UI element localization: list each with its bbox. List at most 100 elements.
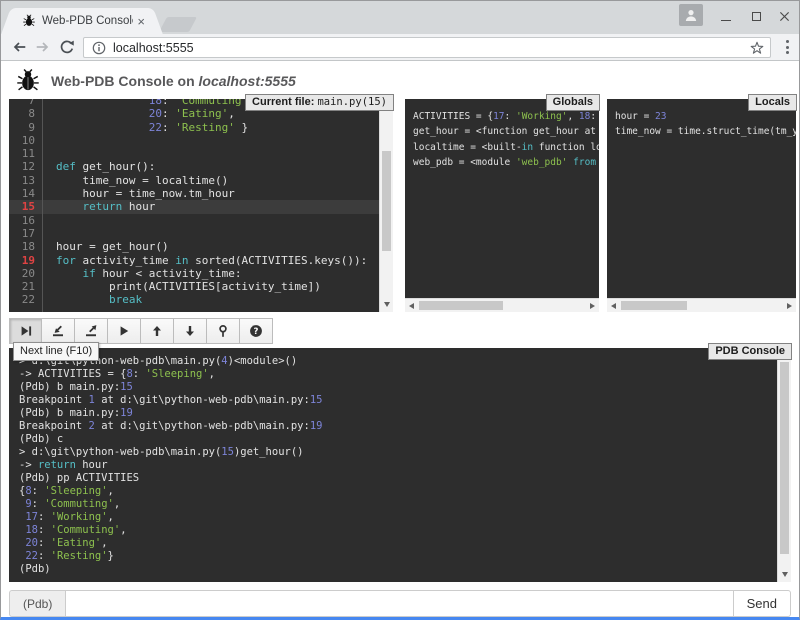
terminal-line: Breakpoint 1 at d:\git\python-web-pdb\ma… — [19, 394, 767, 407]
line-number[interactable]: 16 — [9, 214, 42, 227]
text-segment: function loc — [533, 142, 599, 153]
line-number[interactable]: 10 — [9, 134, 42, 147]
terminal-line: localtime = <built-in function loc — [413, 140, 599, 155]
line-number[interactable]: 20 — [9, 267, 42, 280]
current-file-label: Current file: main.py(15) — [245, 94, 394, 111]
scroll-down-arrow-icon[interactable] — [384, 302, 390, 307]
text-segment: )get_hour() — [234, 446, 304, 458]
line-number[interactable]: 15 — [9, 200, 42, 213]
tab-title: Web-PDB Console on lo — [42, 15, 133, 27]
terminal-line: -> ACTIVITIES = {8: 'Sleeping', — [19, 368, 767, 381]
text-segment: , — [114, 498, 120, 510]
scrollbar-thumb[interactable] — [780, 362, 789, 554]
command-bar: (Pdb) Send — [9, 590, 791, 617]
text-segment: : — [38, 524, 51, 536]
step-forward-icon — [19, 324, 33, 338]
stack-up-button[interactable] — [141, 318, 174, 344]
line-number[interactable]: 13 — [9, 174, 42, 187]
text-segment: : — [38, 511, 51, 523]
step-out-button[interactable] — [75, 318, 108, 344]
line-number[interactable]: 12 — [9, 160, 42, 173]
scrollbar-thumb[interactable] — [621, 301, 687, 310]
terminal-line: web_pdb = <module 'web_pdb' from ' — [413, 155, 599, 170]
new-tab-button[interactable] — [159, 17, 197, 32]
text-segment: 19 — [310, 420, 323, 432]
text-segment: 15 — [310, 394, 323, 406]
code-text: 18: 'Commuting', — [42, 99, 255, 107]
code-line: 11 — [9, 147, 379, 160]
line-number[interactable]: 9 — [9, 121, 42, 134]
line-number[interactable]: 18 — [9, 240, 42, 253]
scrollbar-thumb[interactable] — [382, 151, 391, 251]
line-number[interactable]: 7 — [9, 99, 42, 107]
text-segment: : — [162, 99, 175, 107]
maximize-button[interactable] — [745, 5, 767, 27]
text-segment — [56, 267, 83, 280]
scroll-down-arrow-icon[interactable] — [782, 572, 788, 577]
code-line: 9 22: 'Resting' } — [9, 121, 379, 134]
text-segment: 'Sleeping' — [145, 368, 208, 380]
bookmark-star-icon[interactable] — [750, 41, 764, 55]
pdb-console-panel: PDB Console > d:\git\python-web-pdb\main… — [9, 348, 791, 582]
line-number[interactable]: 21 — [9, 280, 42, 293]
code-line: 12def get_hour(): — [9, 160, 379, 173]
back-button[interactable] — [11, 39, 27, 55]
locals-horizontal-scrollbar[interactable] — [607, 298, 796, 312]
line-number[interactable]: 22 — [9, 293, 42, 306]
text-segment: 22 — [25, 550, 38, 562]
help-button[interactable]: ? — [240, 318, 273, 344]
text-segment: def — [56, 160, 76, 173]
text-segment: -> ACTIVITIES = { — [19, 368, 126, 380]
text-segment: in — [522, 142, 533, 153]
tab-close-icon[interactable]: × — [133, 15, 145, 28]
globals-horizontal-scrollbar[interactable] — [405, 298, 599, 312]
line-number[interactable]: 14 — [9, 187, 42, 200]
next-line-button[interactable] — [9, 318, 42, 344]
scroll-right-arrow-icon[interactable] — [590, 303, 595, 309]
command-input[interactable] — [65, 590, 733, 617]
forward-button[interactable] — [35, 39, 51, 55]
help-icon: ? — [249, 324, 263, 338]
minimize-button[interactable] — [715, 5, 737, 27]
line-number[interactable]: 17 — [9, 227, 42, 240]
code-text — [42, 147, 56, 160]
scroll-right-arrow-icon[interactable] — [787, 303, 792, 309]
stack-down-button[interactable] — [174, 318, 207, 344]
text-segment: : — [505, 111, 516, 122]
code-text: 20: 'Eating', — [42, 107, 235, 120]
line-number[interactable]: 11 — [9, 147, 42, 160]
scrollbar-thumb[interactable] — [419, 301, 503, 310]
text-segment: 17 — [493, 111, 504, 122]
profile-button[interactable] — [679, 4, 703, 26]
send-button[interactable]: Send — [734, 590, 791, 617]
line-number[interactable]: 19 — [9, 254, 42, 267]
browser-menu-icon[interactable] — [786, 40, 790, 57]
map-marker-icon — [216, 324, 230, 338]
text-segment: (Pdb) pp ACTIVITIES — [19, 472, 139, 484]
line-number[interactable]: 8 — [9, 107, 42, 120]
browser-navbar: localhost:5555 — [1, 34, 799, 61]
console-vertical-scrollbar[interactable] — [777, 348, 791, 582]
text-segment: : — [133, 368, 146, 380]
reload-button[interactable] — [59, 39, 75, 55]
terminal-line: > d:\git\python-web-pdb\main.py(15)get_h… — [19, 446, 767, 459]
svg-text:?: ? — [254, 327, 259, 337]
text-segment: : — [38, 537, 51, 549]
continue-button[interactable] — [108, 318, 141, 344]
step-into-button[interactable] — [42, 318, 75, 344]
browser-tab[interactable]: Web-PDB Console on lo × — [13, 8, 151, 34]
where-button[interactable] — [207, 318, 240, 344]
page-info-icon[interactable] — [92, 41, 106, 55]
code-text: return hour — [42, 200, 155, 213]
step-into-icon — [51, 324, 65, 338]
close-button[interactable] — [773, 5, 795, 27]
code-vertical-scrollbar[interactable] — [379, 99, 393, 312]
text-segment: at d:\git\python-web-pdb\main.py: — [95, 394, 310, 406]
scroll-left-arrow-icon[interactable] — [409, 303, 414, 309]
address-bar[interactable]: localhost:5555 — [83, 37, 771, 58]
scroll-left-arrow-icon[interactable] — [611, 303, 616, 309]
locals-panel: Locals hour = 23time_now = time.struct_t… — [607, 99, 796, 312]
text-segment: : — [162, 107, 175, 120]
terminal-line: (Pdb) — [19, 563, 767, 576]
text-segment: (Pdb) b main.py: — [19, 381, 120, 393]
